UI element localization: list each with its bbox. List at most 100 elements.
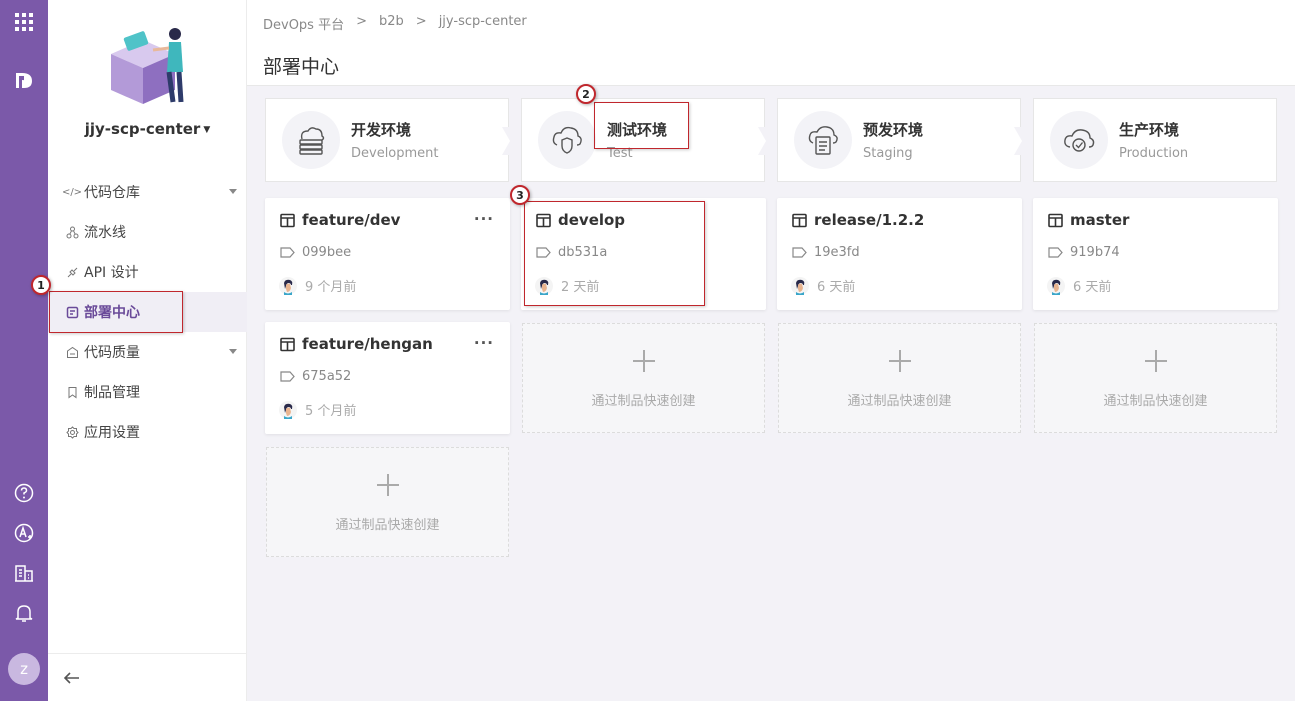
branch-name: feature/hengan bbox=[302, 335, 433, 353]
sidebar-item-label: 应用设置 bbox=[84, 425, 140, 441]
plus-icon bbox=[376, 474, 399, 496]
branch-name: release/1.2.2 bbox=[814, 211, 925, 229]
app-switcher[interactable]: jjy-scp-center ▼ bbox=[48, 120, 247, 138]
updated-time: 2 天前 bbox=[535, 276, 599, 295]
create-from-artifact-label: 通过制品快速创建 bbox=[1103, 394, 1208, 409]
sidebar-item-label: 代码仓库 bbox=[84, 185, 140, 201]
create-from-artifact-staging[interactable]: 通过制品快速创建 bbox=[778, 323, 1021, 433]
create-from-artifact-test[interactable]: 通过制品快速创建 bbox=[522, 323, 765, 433]
branch-title: release/1.2.2 bbox=[792, 211, 924, 229]
annotation-marker-1: 1 bbox=[31, 275, 51, 295]
stage-name: 测试环境 bbox=[607, 121, 668, 139]
create-from-artifact-development[interactable]: 通过制品快速创建 bbox=[266, 447, 509, 557]
create-from-artifact-label: 通过制品快速创建 bbox=[591, 394, 696, 409]
annotation-marker-2: 2 bbox=[576, 84, 596, 104]
more-options-icon[interactable]: ··· bbox=[474, 334, 494, 352]
commit-hash: 099bee bbox=[302, 245, 352, 260]
time-label: 5 个月前 bbox=[305, 404, 357, 419]
sidebar-item-deploy-center[interactable]: 部署中心 bbox=[48, 292, 247, 332]
branch-card-master[interactable]: master 919b74 6 天前 bbox=[1033, 198, 1278, 310]
plus-icon bbox=[632, 350, 655, 372]
stage-desc: Staging bbox=[863, 146, 913, 161]
sidebar-item-app-settings[interactable]: 应用设置 bbox=[48, 412, 247, 452]
create-from-artifact-production[interactable]: 通过制品快速创建 bbox=[1034, 323, 1277, 433]
sidebar-item-code-quality[interactable]: 代码质量 bbox=[48, 332, 247, 372]
page-header: DevOps 平台 > b2b > jjy-scp-center 部署中心 bbox=[247, 0, 1295, 86]
stage-staging[interactable]: 预发环境 Staging bbox=[777, 98, 1028, 182]
sidebar-item-label: 部署中心 bbox=[84, 305, 140, 321]
api-icon[interactable] bbox=[0, 513, 48, 553]
branch-name: master bbox=[1070, 211, 1130, 229]
sidebar-item-code-repo[interactable]: </> 代码仓库 bbox=[48, 172, 247, 212]
updated-time: 6 天前 bbox=[1047, 276, 1111, 295]
time-label: 6 天前 bbox=[1073, 280, 1112, 295]
sidebar-nav: </> 代码仓库 流水线 API 设计 部署中心 代码质量 制品管理 应用设置 bbox=[48, 172, 247, 452]
arrow-left-icon[interactable] bbox=[62, 668, 82, 688]
organization-icon[interactable] bbox=[0, 553, 48, 593]
tag-icon bbox=[536, 247, 551, 258]
breadcrumb: DevOps 平台 > b2b > jjy-scp-center bbox=[263, 14, 527, 33]
sidebar-item-artifacts[interactable]: 制品管理 bbox=[48, 372, 247, 412]
breadcrumb-separator: > bbox=[415, 14, 427, 29]
stage-production[interactable]: 生产环境 Production bbox=[1033, 98, 1277, 182]
chevron-down-icon bbox=[229, 189, 237, 194]
commit-hash: db531a bbox=[558, 245, 608, 260]
page-title: 部署中心 bbox=[263, 56, 340, 78]
stage-desc: Test bbox=[607, 146, 633, 161]
cloud-doc-icon bbox=[794, 111, 852, 169]
commit-hash: 919b74 bbox=[1070, 245, 1120, 260]
apps-grid-icon[interactable] bbox=[0, 2, 48, 42]
user-face-icon bbox=[791, 276, 809, 295]
quality-icon bbox=[65, 345, 79, 359]
branch-title: master bbox=[1048, 211, 1129, 229]
sidebar-item-label: 制品管理 bbox=[84, 385, 140, 401]
commit-id: 675a52 bbox=[280, 369, 351, 384]
user-face-icon bbox=[1047, 276, 1065, 295]
sidebar: jjy-scp-center ▼ </> 代码仓库 流水线 API 设计 部署中心 bbox=[48, 0, 247, 701]
code-icon: </> bbox=[61, 186, 83, 198]
commit-id: 919b74 bbox=[1048, 245, 1120, 260]
logo-icon[interactable] bbox=[0, 60, 48, 100]
branch-name: feature/dev bbox=[302, 211, 401, 229]
branch-board-icon bbox=[280, 337, 295, 351]
sidebar-footer bbox=[48, 653, 247, 701]
notification-icon[interactable] bbox=[0, 593, 48, 633]
branch-board-icon bbox=[536, 213, 551, 227]
breadcrumb-b2b[interactable]: b2b bbox=[379, 14, 404, 33]
help-icon[interactable] bbox=[0, 473, 48, 513]
sidebar-item-label: API 设计 bbox=[84, 265, 139, 281]
stage-test[interactable]: 测试环境 Test bbox=[521, 98, 772, 182]
stage-name: 预发环境 bbox=[863, 121, 924, 139]
sidebar-item-pipeline[interactable]: 流水线 bbox=[48, 212, 247, 252]
branch-title: feature/hengan bbox=[280, 335, 433, 353]
deploy-icon bbox=[65, 305, 79, 319]
app-name-label: jjy-scp-center bbox=[84, 120, 201, 138]
left-rail: z bbox=[0, 0, 48, 701]
user-avatar[interactable]: z bbox=[8, 653, 40, 685]
branch-title: develop bbox=[536, 211, 625, 229]
branch-card-feature-hengan[interactable]: feature/hengan ··· 675a52 5 个月前 bbox=[265, 322, 510, 434]
more-options-icon[interactable]: ··· bbox=[474, 210, 494, 228]
annotation-marker-3: 3 bbox=[510, 185, 530, 205]
stage-arrow bbox=[758, 127, 772, 155]
pipeline-icon bbox=[65, 225, 79, 239]
branch-card-release[interactable]: release/1.2.2 19e3fd 6 天前 bbox=[777, 198, 1022, 310]
time-label: 6 天前 bbox=[817, 280, 856, 295]
commit-id: 19e3fd bbox=[792, 245, 860, 260]
sidebar-item-api-design[interactable]: API 设计 bbox=[48, 252, 247, 292]
branch-name: develop bbox=[558, 211, 626, 229]
tag-icon bbox=[280, 371, 295, 382]
settings-icon bbox=[65, 425, 79, 439]
create-from-artifact-label: 通过制品快速创建 bbox=[847, 394, 952, 409]
branch-card-develop[interactable]: develop db531a 2 天前 bbox=[521, 198, 766, 310]
user-face-icon bbox=[279, 400, 297, 419]
stage-desc: Development bbox=[351, 146, 439, 161]
stage-development[interactable]: 开发环境 Development bbox=[265, 98, 516, 182]
branch-card-feature-dev[interactable]: feature/dev ··· 099bee 9 个月前 bbox=[265, 198, 510, 310]
stage-name: 开发环境 bbox=[351, 121, 412, 139]
breadcrumb-devops[interactable]: DevOps 平台 bbox=[263, 14, 344, 33]
breadcrumb-app[interactable]: jjy-scp-center bbox=[439, 14, 527, 33]
user-face-icon bbox=[535, 276, 553, 295]
app-illustration bbox=[103, 24, 193, 108]
commit-id: db531a bbox=[536, 245, 607, 260]
